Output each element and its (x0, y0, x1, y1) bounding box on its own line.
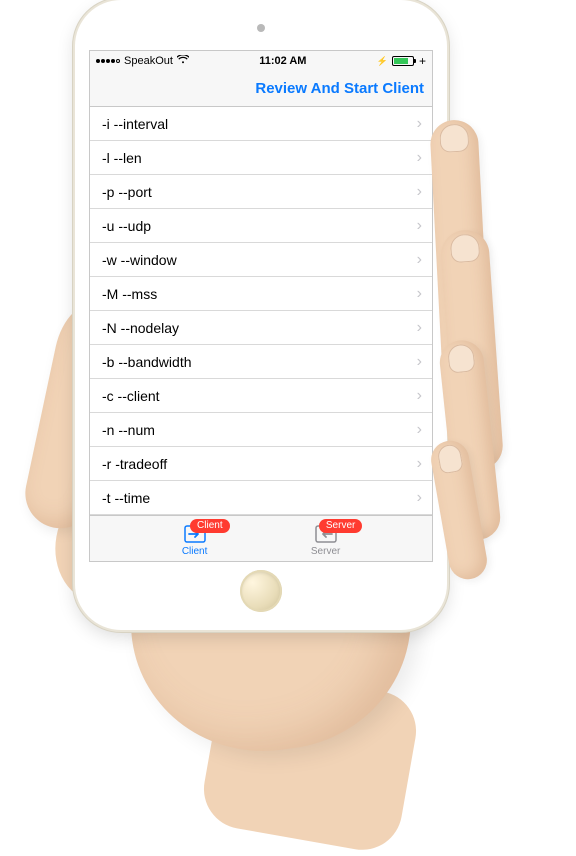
chevron-right-icon: › (417, 286, 422, 302)
option-label: -t --time (102, 490, 150, 506)
home-button[interactable] (240, 570, 282, 612)
option-label: -n --num (102, 422, 155, 438)
option-label: -N --nodelay (102, 320, 179, 336)
hand-finger-middle (440, 229, 505, 472)
nav-bar: Review And Start Client (90, 71, 432, 107)
device-camera (257, 24, 265, 32)
clock-label: 11:02 AM (189, 55, 377, 67)
option-row[interactable]: -u --udp › (90, 209, 432, 243)
chevron-right-icon: › (417, 422, 422, 438)
option-row[interactable]: -t --time › (90, 481, 432, 515)
chevron-right-icon: › (417, 456, 422, 472)
tab-server[interactable]: Server Server (311, 523, 340, 557)
screen: SpeakOut 11:02 AM ⚡ + Review And Start C… (89, 50, 433, 562)
option-label: -c --client (102, 388, 160, 404)
chevron-right-icon: › (417, 354, 422, 370)
option-label: -M --mss (102, 286, 157, 302)
option-row[interactable]: -N --nodelay › (90, 311, 432, 345)
charging-icon: ⚡ (377, 56, 388, 67)
status-bar: SpeakOut 11:02 AM ⚡ + (90, 51, 432, 71)
carrier-label: SpeakOut (124, 55, 173, 67)
tab-server-label: Server (311, 546, 340, 557)
option-row[interactable]: -M --mss › (90, 277, 432, 311)
chevron-right-icon: › (417, 252, 422, 268)
option-row[interactable]: -c --client › (90, 379, 432, 413)
option-row[interactable]: -l --len › (90, 141, 432, 175)
option-label: -l --len (102, 150, 142, 166)
chevron-right-icon: › (417, 490, 422, 506)
chevron-right-icon: › (417, 150, 422, 166)
chevron-right-icon: › (417, 218, 422, 234)
option-list[interactable]: -i --interval›-l --len›-p --port›-u --ud… (90, 107, 432, 515)
option-row[interactable]: -p --port › (90, 175, 432, 209)
chevron-right-icon: › (417, 184, 422, 200)
tab-client[interactable]: Client Client (182, 523, 208, 557)
battery-icon (392, 56, 414, 66)
tab-bar: Client Client Server Server (90, 515, 432, 561)
hand-finger-ring (438, 338, 503, 542)
option-label: -p --port (102, 184, 152, 200)
option-label: -u --udp (102, 218, 151, 234)
status-plus-icon: + (419, 54, 426, 68)
option-row[interactable]: -n --num › (90, 413, 432, 447)
review-start-client-button[interactable]: Review And Start Client (255, 80, 424, 97)
device-frame: SpeakOut 11:02 AM ⚡ + Review And Start C… (75, 0, 447, 630)
chevron-right-icon: › (417, 320, 422, 336)
option-label: -r -tradeoff (102, 456, 167, 472)
tab-server-badge: Server (319, 519, 362, 533)
option-row[interactable]: -b --bandwidth › (90, 345, 432, 379)
option-row[interactable]: -w --window › (90, 243, 432, 277)
hand-wrist (198, 664, 423, 856)
tab-client-badge: Client (190, 519, 230, 533)
option-label: -i --interval (102, 116, 168, 132)
tab-client-label: Client (182, 546, 208, 557)
option-row[interactable]: -r -tradeoff › (90, 447, 432, 481)
wifi-icon (177, 55, 189, 67)
chevron-right-icon: › (417, 388, 422, 404)
signal-strength-icon (96, 59, 120, 63)
chevron-right-icon: › (417, 116, 422, 132)
option-label: -w --window (102, 252, 177, 268)
option-label: -b --bandwidth (102, 354, 192, 370)
option-row[interactable]: -i --interval › (90, 107, 432, 141)
